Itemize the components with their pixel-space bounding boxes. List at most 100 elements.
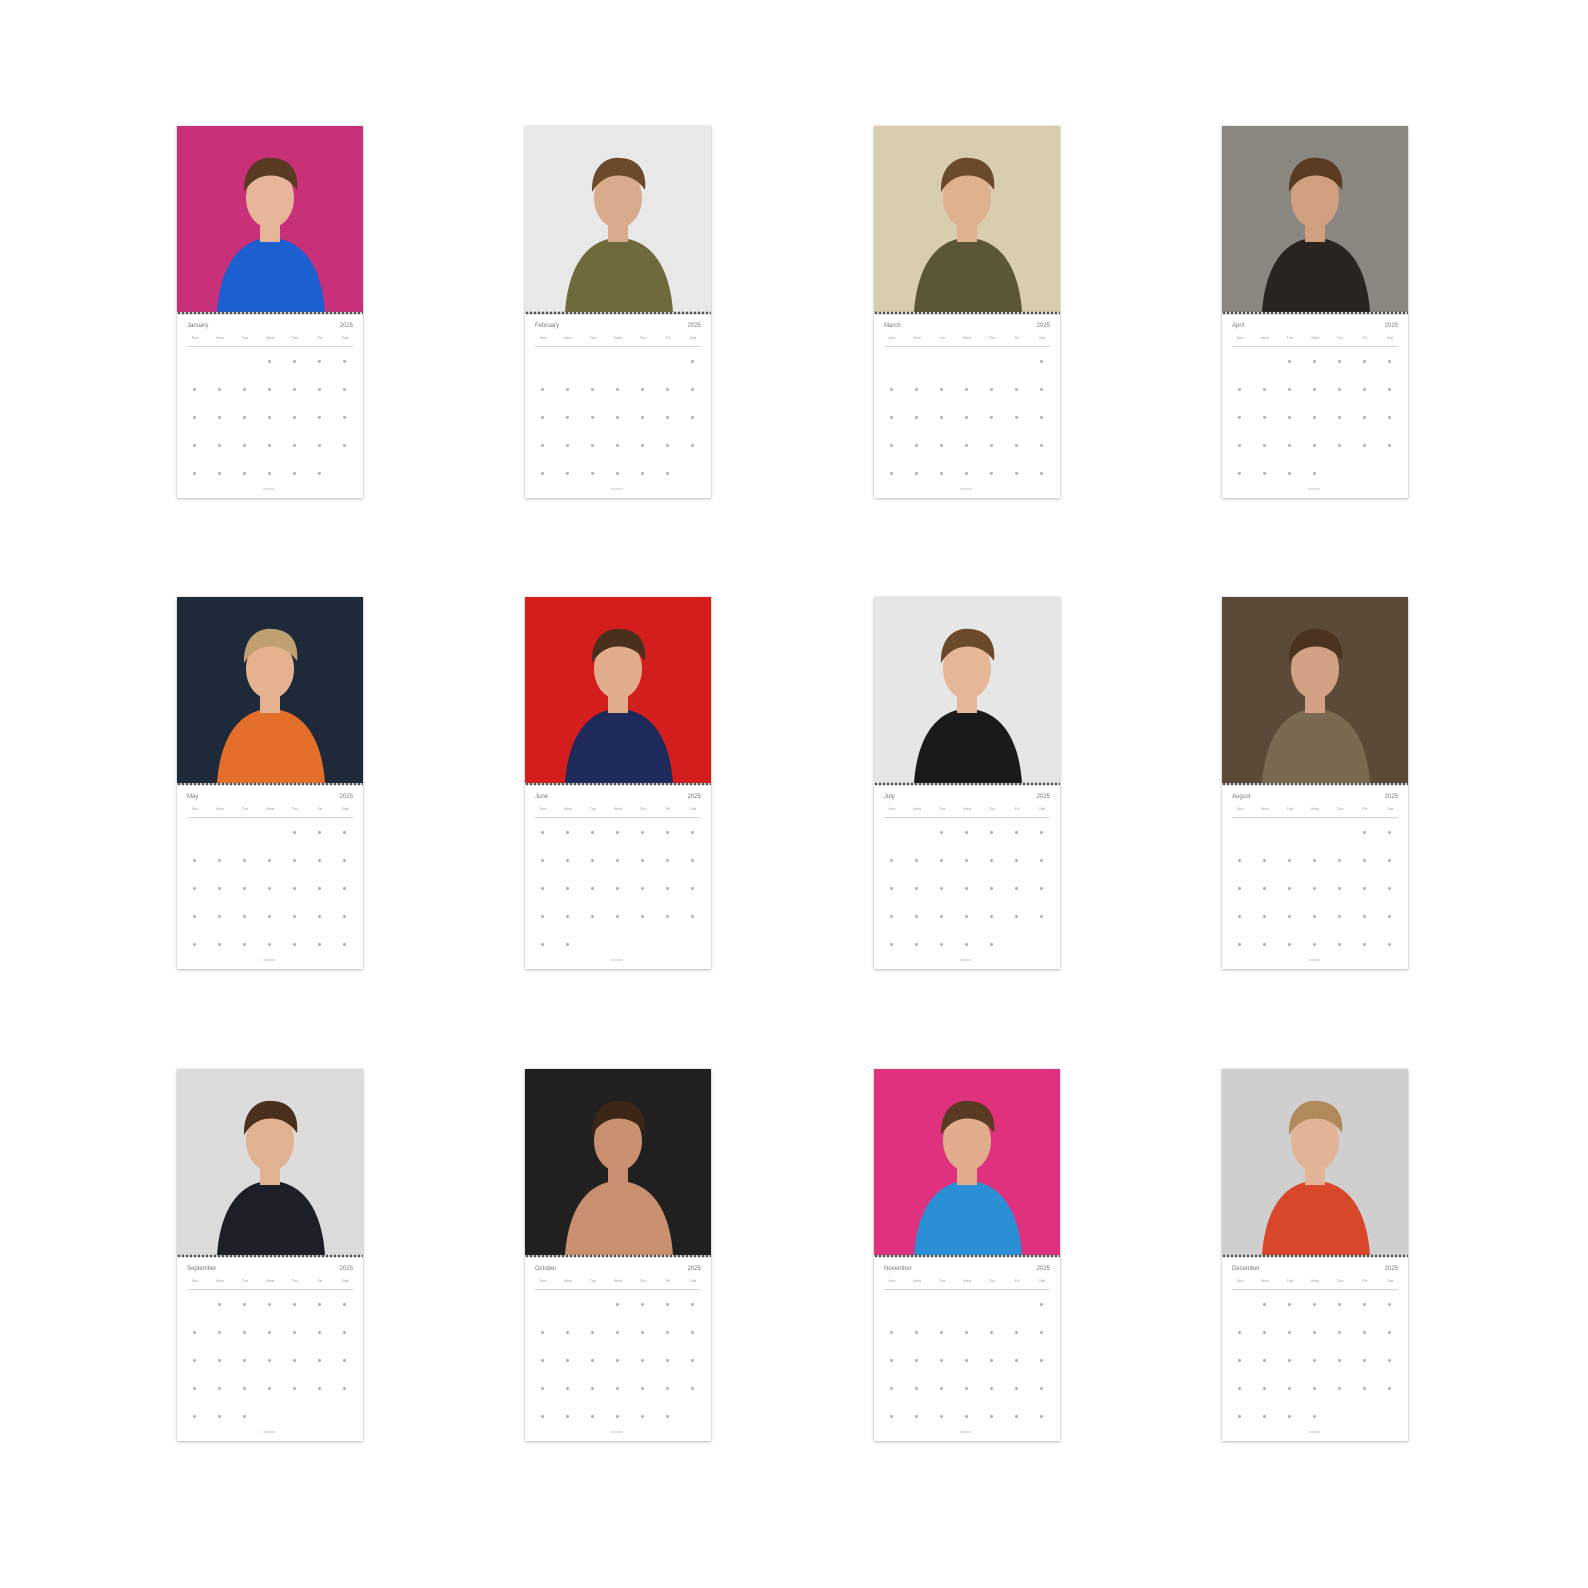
- day-number: [616, 472, 619, 475]
- day-number: [1040, 1387, 1043, 1390]
- week-row: [1232, 913, 1398, 941]
- day-number: [1313, 1303, 1316, 1306]
- day-cell: [934, 1329, 950, 1339]
- day-cell: [984, 358, 1000, 368]
- day-cell: [237, 941, 253, 951]
- week-row: [884, 386, 1050, 414]
- day-cell: [1257, 857, 1273, 867]
- day-number: [1388, 444, 1391, 447]
- day-number: [691, 1303, 694, 1306]
- day-cell: [934, 857, 950, 867]
- day-cell: [237, 1385, 253, 1395]
- day-number: [566, 1415, 569, 1418]
- month-grid-page: October 2025 Sun Mon Tue Wed Thu Fri Sat: [525, 1261, 711, 1441]
- day-cell: [312, 1357, 328, 1367]
- month-name: March: [884, 323, 901, 329]
- weekday-label: Sun: [191, 335, 199, 340]
- day-number: [318, 887, 321, 890]
- day-cell: [337, 885, 353, 895]
- day-number: [541, 444, 544, 447]
- day-cell: [1332, 358, 1348, 368]
- day-cell: [884, 414, 900, 424]
- week-row: [535, 829, 701, 857]
- day-cell: [1034, 829, 1050, 839]
- week-row: [535, 442, 701, 470]
- day-cell: [1382, 913, 1398, 923]
- day-grid: [884, 358, 1050, 498]
- day-cell: [1357, 885, 1373, 895]
- day-cell: [1232, 1301, 1248, 1311]
- day-number: [343, 444, 346, 447]
- day-number: [293, 1387, 296, 1390]
- day-cell: [934, 414, 950, 424]
- day-cell: [635, 470, 651, 480]
- day-cell: [1034, 1329, 1050, 1339]
- day-cell: [635, 829, 651, 839]
- day-cell: [312, 1301, 328, 1311]
- day-number: [1363, 416, 1366, 419]
- day-cell: [262, 913, 278, 923]
- day-grid: [1232, 358, 1398, 498]
- day-cell: [287, 829, 303, 839]
- day-cell: [312, 358, 328, 368]
- day-number: [1313, 1415, 1316, 1418]
- day-number: [616, 416, 619, 419]
- day-cell: [884, 885, 900, 895]
- week-row: [187, 442, 353, 470]
- day-cell: [1232, 885, 1248, 895]
- day-cell: [237, 913, 253, 923]
- day-number: [318, 388, 321, 391]
- day-number: [566, 943, 569, 946]
- day-cell: [1332, 1329, 1348, 1339]
- day-cell: [685, 1329, 701, 1339]
- day-number: [541, 887, 544, 890]
- day-cell: [237, 442, 253, 452]
- week-row: [1232, 1301, 1398, 1329]
- day-cell: [1382, 470, 1398, 480]
- weekday-label: Fri: [1014, 806, 1020, 811]
- day-number: [1338, 943, 1341, 946]
- day-cell: [884, 1301, 900, 1311]
- day-number: [1338, 1387, 1341, 1390]
- week-row: [1232, 829, 1398, 857]
- day-number: [1363, 915, 1366, 918]
- weekday-label: Thu: [1336, 335, 1344, 340]
- day-number: [1238, 1387, 1241, 1390]
- day-cell: [635, 913, 651, 923]
- weekday-header: Sun Mon Tue Wed Thu Fri Sat: [535, 1278, 701, 1288]
- year-label: 2025: [1036, 794, 1050, 800]
- day-cell: [685, 829, 701, 839]
- day-number: [965, 915, 968, 918]
- day-cell: [187, 1413, 203, 1423]
- day-cell: [959, 1385, 975, 1395]
- day-number: [940, 887, 943, 890]
- day-cell: [560, 386, 576, 396]
- day-cell: [660, 885, 676, 895]
- day-number: [541, 1387, 544, 1390]
- day-number: [915, 859, 918, 862]
- day-cell: [1382, 941, 1398, 951]
- weekday-label: Sun: [888, 335, 896, 340]
- day-cell: [1332, 386, 1348, 396]
- day-number: [965, 943, 968, 946]
- month-grid-page: July 2025 Sun Mon Tue Wed Thu Fri Sat: [874, 789, 1060, 969]
- day-cell: [262, 470, 278, 480]
- day-cell: [984, 829, 1000, 839]
- month-photo: [525, 126, 711, 312]
- day-number: [218, 388, 221, 391]
- day-cell: [1332, 442, 1348, 452]
- day-grid: [884, 1301, 1050, 1441]
- weekday-label: Mon: [564, 806, 572, 811]
- weekday-label: Mon: [216, 806, 224, 811]
- day-cell: [1232, 829, 1248, 839]
- day-cell: [312, 885, 328, 895]
- day-number: [666, 887, 669, 890]
- day-cell: [635, 358, 651, 368]
- day-cell: [685, 414, 701, 424]
- weekday-label: Mon: [216, 1278, 224, 1283]
- day-number: [641, 416, 644, 419]
- day-number: [243, 915, 246, 918]
- day-cell: [585, 442, 601, 452]
- day-number: [541, 831, 544, 834]
- day-cell: [535, 829, 551, 839]
